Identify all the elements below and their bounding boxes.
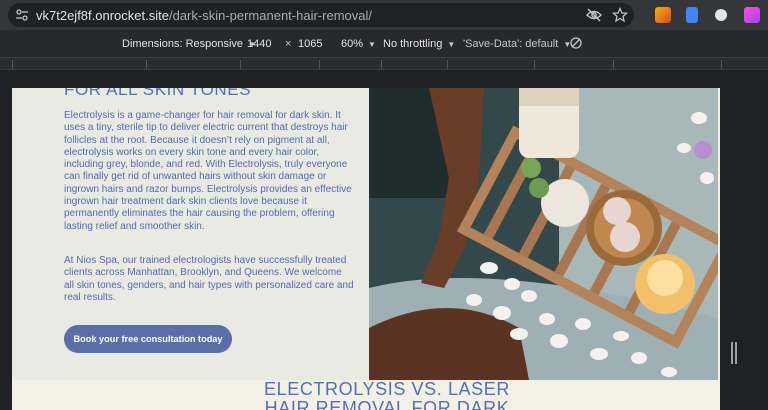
browser-address-bar: vk7t2ejf8f.onrocket.site/dark-skin-perma…	[0, 0, 768, 30]
throttling-select[interactable]: No throttling ▼	[383, 38, 455, 50]
spa-bath-photo	[369, 88, 718, 380]
resize-handle[interactable]	[731, 342, 737, 364]
extension-3-icon[interactable]	[715, 9, 727, 21]
url-domain: vk7t2ejf8f.onrocket.site	[36, 7, 169, 23]
save-data-value: 'Save-Data': default	[463, 38, 559, 50]
media-query-ruler[interactable]	[0, 58, 768, 70]
star-icon[interactable]	[610, 5, 630, 25]
height-input[interactable]: 1065	[298, 38, 322, 50]
ruler-tick	[534, 60, 535, 69]
width-input[interactable]: 1440	[247, 38, 271, 50]
comparison-heading: ELECTROLYSIS VS. LASER HAIR REMOVAL FOR …	[264, 379, 510, 410]
ruler-tick	[613, 60, 614, 69]
zoom-select[interactable]: 60% ▼	[341, 38, 376, 50]
url-field[interactable]: vk7t2ejf8f.onrocket.site/dark-skin-perma…	[8, 3, 634, 27]
chevron-down-icon: ▼	[447, 40, 456, 49]
nios-spa-paragraph: At Nios Spa, our trained electrologists …	[64, 255, 354, 303]
ruler-tick	[240, 60, 241, 69]
throttling-value: No throttling	[383, 38, 443, 50]
content-panel: FOR ALL SKIN TONES Electrolysis is a gam…	[12, 88, 369, 380]
devtools-device-toolbar: Dimensions: Responsive ▼ 1440 × 1065 60% ▼…	[0, 30, 768, 58]
extension-2-icon[interactable]	[686, 7, 698, 23]
ruler-tick	[721, 60, 722, 69]
extension-4-icon[interactable]	[744, 7, 760, 23]
times-sign: ×	[285, 38, 292, 50]
eye-off-icon[interactable]	[584, 5, 604, 25]
ruler-tick	[146, 60, 147, 69]
url-text: vk7t2ejf8f.onrocket.site/dark-skin-perma…	[36, 8, 372, 23]
save-data-select[interactable]: 'Save-Data': default ▼	[463, 38, 571, 50]
devtools-gutter	[720, 70, 768, 410]
ruler-tick	[12, 60, 13, 69]
ruler-tick	[447, 60, 448, 69]
dimensions-select[interactable]: Dimensions: Responsive ▼	[122, 38, 256, 50]
extension-1-icon[interactable]	[655, 7, 671, 23]
ruler-tick	[319, 60, 320, 69]
page-viewport: FOR ALL SKIN TONES Electrolysis is a gam…	[12, 88, 720, 410]
section-heading: FOR ALL SKIN TONES	[64, 88, 252, 99]
dimensions-label: Dimensions: Responsive	[122, 38, 244, 50]
url-path: /dark-skin-permanent-hair-removal/	[168, 7, 372, 23]
ruler-tick	[381, 60, 382, 69]
zoom-value: 60%	[341, 38, 364, 50]
intro-paragraph: Electrolysis is a game-changer for hair …	[64, 110, 352, 232]
book-consultation-button[interactable]: Book your free consultation today	[64, 325, 232, 353]
chevron-down-icon: ▼	[368, 40, 376, 49]
rotate-icon[interactable]	[569, 36, 583, 53]
site-info-icon[interactable]	[8, 3, 36, 27]
